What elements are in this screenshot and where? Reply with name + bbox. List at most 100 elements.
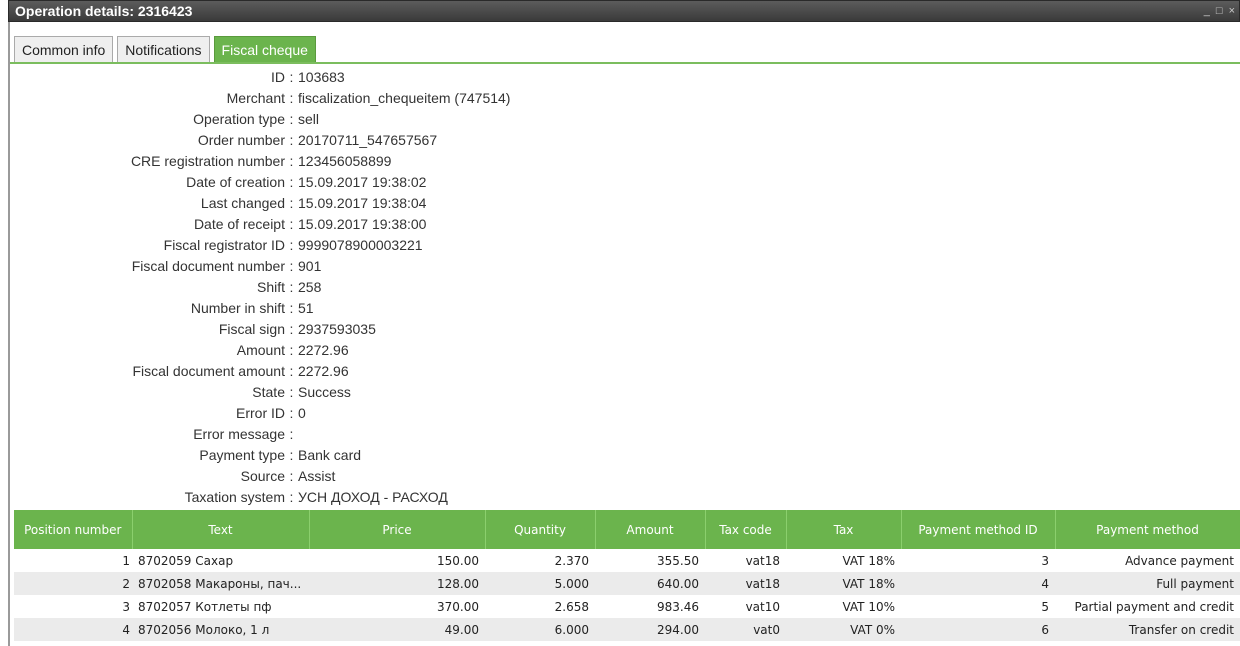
table-cell: 49.00 [309, 618, 485, 641]
tab-fiscal-cheque[interactable]: Fiscal cheque [213, 36, 316, 62]
detail-row: Date of creation:15.09.2017 19:38:02 [14, 171, 1234, 192]
table-cell: VAT 10% [842, 599, 895, 614]
table-row[interactable]: 2 8702058 Макароны, пач... 128.00 5.000 640.… [14, 572, 1240, 595]
detail-value: 0 [298, 404, 306, 421]
detail-separator: : [289, 110, 294, 127]
table-cell: 5 [1041, 599, 1049, 614]
table-cell: 3 [122, 599, 130, 614]
table-row[interactable]: 3 8702057 Котлеты пф 370.00 2.658 983.46 vat1… [14, 595, 1240, 618]
column-header[interactable]: Price [309, 510, 486, 549]
detail-row: Merchant: fiscalization_chequeitem (74751… [14, 87, 1234, 108]
table-cell: 640.00 [595, 572, 705, 595]
minimize-icon[interactable]: _ [1204, 5, 1210, 17]
table-row[interactable]: 1 8702059 Сахар 150.00 2.370 355.50 vat18 VAT … [14, 549, 1240, 572]
table-cell: 294.00 [595, 618, 705, 641]
column-header[interactable]: Quantity [485, 510, 596, 549]
table-cell: 3 [1041, 553, 1049, 568]
tab-notifications[interactable]: Notifications [117, 36, 210, 62]
detail-row: State: Success [14, 381, 1234, 402]
window-left-border [8, 22, 10, 646]
detail-separator: : [289, 194, 294, 211]
tab-common-info[interactable]: Common info [14, 36, 114, 62]
detail-row: Amount:2272.96 [14, 339, 1234, 360]
detail-row: Order number:20170711_547657567 [14, 129, 1234, 150]
table-cell: 8702057 Котлеты пф [138, 599, 272, 614]
detail-label: Shift [256, 278, 285, 295]
table-cell: VAT 18% [786, 572, 901, 595]
table-cell: 1 [122, 553, 130, 568]
detail-label: Amount [236, 341, 285, 358]
table-cell: 6 [901, 618, 1055, 641]
detail-row: Taxation system: УСН ДОХОД - РАСХОД [14, 486, 1234, 507]
detail-separator: : [289, 278, 294, 295]
window-titlebar[interactable]: Operation details: 2316423 _ □ × [8, 0, 1240, 22]
table-cell: VAT 0% [786, 618, 901, 641]
detail-label: Number in shift [190, 299, 285, 316]
table-header-row: Position number Text Price Quantity Amount Ta… [14, 510, 1240, 549]
table-cell: 2.658 [554, 599, 589, 614]
table-cell: 370.00 [437, 599, 479, 614]
column-header[interactable]: Payment method ID [901, 510, 1056, 549]
detail-row: Shift:258 [14, 276, 1234, 297]
cheque-items-table: Position number Text Price Quantity Amount Ta… [14, 510, 1240, 641]
detail-label: Fiscal document amount [132, 362, 285, 379]
detail-row: Operation type: sell [14, 108, 1234, 129]
close-icon[interactable]: × [1229, 5, 1235, 17]
detail-separator: : [289, 299, 294, 316]
detail-row: Error message: [14, 423, 1234, 444]
detail-value: Assist [298, 467, 336, 484]
detail-separator: : [289, 488, 294, 505]
table-cell: 4 [14, 618, 132, 641]
table-row[interactable]: 4 8702056 Молоко, 1 л 49.00 6.000 294.00 vat0… [14, 618, 1240, 641]
detail-value: 20170711_547657567 [298, 131, 438, 148]
column-header[interactable]: Tax code [705, 510, 787, 549]
maximize-icon[interactable]: □ [1216, 5, 1223, 17]
window-title: Operation details: 2316423 [15, 3, 193, 19]
detail-value: УСН ДОХОД - РАСХОД [298, 488, 448, 505]
table-cell: vat18 [705, 572, 786, 595]
table-cell: 5.000 [485, 572, 595, 595]
fiscal-cheque-details: ID:103683 Merchant: fiscalization_chequeit… [14, 66, 1234, 507]
detail-label: Error message [193, 425, 285, 442]
detail-value: 15.09.2017 19:38:00 [298, 215, 427, 232]
detail-separator: : [289, 341, 294, 358]
column-header[interactable]: Text [132, 510, 310, 549]
detail-value: 9999078900003221 [298, 236, 423, 253]
column-header[interactable]: Tax [786, 510, 902, 549]
table-cell: Full payment [1055, 572, 1240, 595]
column-header[interactable]: Payment method [1055, 510, 1240, 549]
detail-row: CRE registration number:123456058899 [14, 150, 1234, 171]
detail-row: Last changed:15.09.2017 19:38:04 [14, 192, 1234, 213]
detail-value: 901 [298, 257, 322, 274]
detail-value: 51 [298, 299, 314, 316]
detail-value: 123456058899 [298, 152, 392, 169]
table-cell: 150.00 [437, 553, 479, 568]
detail-separator: : [289, 404, 294, 421]
detail-row: Source: Assist [14, 465, 1234, 486]
detail-value: 258 [298, 278, 322, 295]
table-cell: 8702056 Молоко, 1 л [132, 618, 309, 641]
tab-underline [10, 62, 1240, 64]
detail-label: Source [240, 467, 285, 484]
table-cell: 4 [901, 572, 1055, 595]
detail-label: Fiscal document number [131, 257, 285, 274]
column-header[interactable]: Amount [595, 510, 706, 549]
detail-row: Fiscal sign:2937593035 [14, 318, 1234, 339]
detail-row: Fiscal document amount:2272.96 [14, 360, 1234, 381]
detail-separator: : [289, 425, 294, 442]
detail-separator: : [289, 257, 294, 274]
detail-separator: : [289, 362, 294, 379]
detail-separator: : [289, 467, 294, 484]
detail-separator: : [289, 68, 294, 85]
tab-bar: Common info Notifications Fiscal cheque [14, 36, 316, 62]
detail-label: Last changed [200, 194, 285, 211]
detail-row: ID:103683 [14, 66, 1234, 87]
detail-value: 2937593035 [298, 320, 376, 337]
table-cell: vat18 [745, 553, 780, 568]
detail-value: Success [298, 383, 351, 400]
detail-row: Error ID:0 [14, 402, 1234, 423]
detail-label: Taxation system [184, 488, 285, 505]
detail-label: State [252, 383, 285, 400]
detail-label: Fiscal sign [218, 320, 285, 337]
column-header[interactable]: Position number [14, 510, 133, 549]
